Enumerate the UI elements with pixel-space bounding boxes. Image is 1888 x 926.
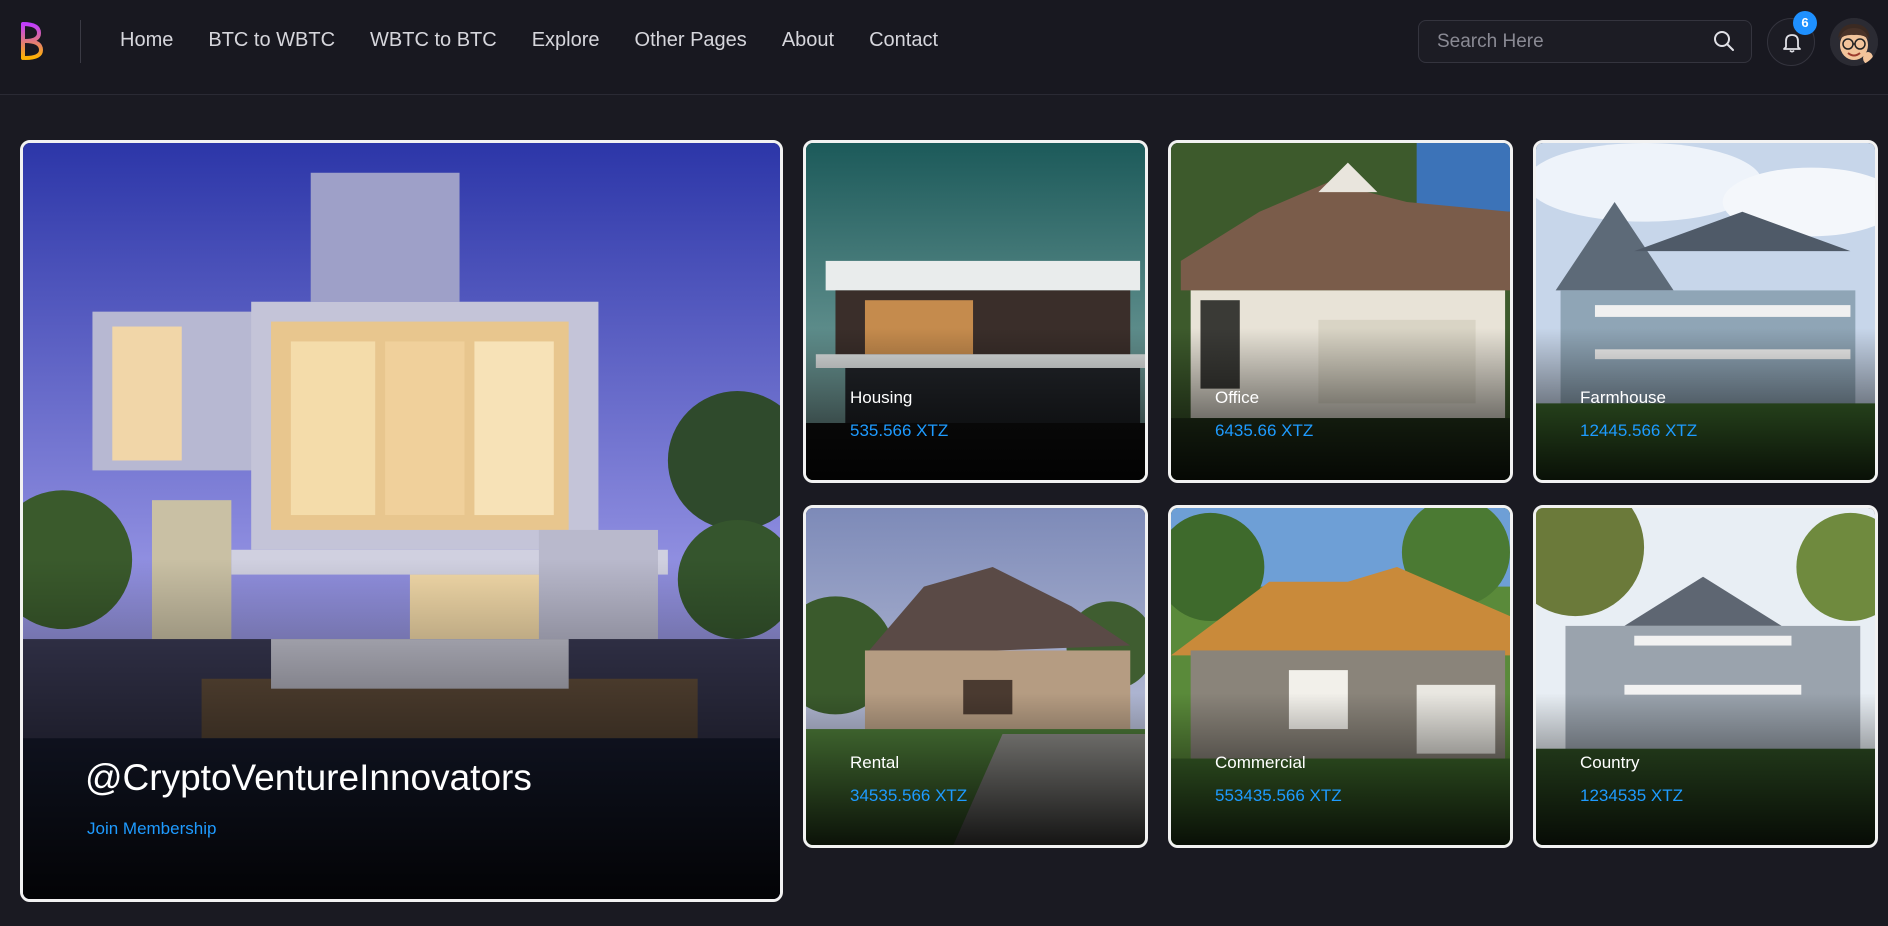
hero-title: @CryptoVentureInnovators [85, 757, 532, 798]
card-price-rental: 34535.566 XTZ [850, 786, 968, 805]
property-card-housing[interactable]: Housing 535.566 XTZ [803, 140, 1148, 483]
nav-menu: Home BTC to WBTC WBTC to BTC Explore Oth… [120, 29, 973, 52]
hero-card[interactable]: @CryptoVentureInnovators Join Membership [20, 140, 783, 902]
card-title-housing: Housing [850, 388, 913, 407]
brand-logo[interactable] [18, 20, 44, 62]
property-card-office[interactable]: Office 6435.66 XTZ [1168, 140, 1513, 483]
join-membership-link[interactable]: Join Membership [87, 819, 216, 839]
card-title-rental: Rental [850, 753, 900, 772]
card-title-office: Office [1215, 388, 1260, 407]
property-card-farmhouse[interactable]: Farmhouse 12445.566 XTZ [1533, 140, 1878, 483]
nav-wbtc-to-btc[interactable]: WBTC to BTC [370, 29, 497, 52]
card-price-housing: 535.566 XTZ [850, 421, 949, 440]
search-input[interactable] [1437, 31, 1697, 53]
card-title-country: Country [1580, 753, 1640, 772]
card-price-commercial: 553435.566 XTZ [1215, 786, 1342, 805]
nav-explore[interactable]: Explore [532, 29, 600, 52]
card-price-country: 1234535 XTZ [1580, 786, 1684, 805]
nav-contact[interactable]: Contact [869, 29, 938, 52]
notification-badge: 6 [1793, 11, 1817, 35]
property-card-commercial[interactable]: Commercial 553435.566 XTZ [1168, 505, 1513, 848]
search-icon[interactable] [1713, 30, 1735, 52]
card-price-office: 6435.66 XTZ [1215, 421, 1314, 440]
top-navbar: Home BTC to WBTC WBTC to BTC Explore Oth… [0, 0, 1888, 95]
user-avatar[interactable] [1830, 18, 1878, 66]
search-box [1418, 20, 1752, 63]
card-price-farmhouse: 12445.566 XTZ [1580, 421, 1698, 440]
property-card-country[interactable]: Country 1234535 XTZ [1533, 505, 1878, 848]
card-title-commercial: Commercial [1215, 753, 1306, 772]
bell-icon [1783, 34, 1801, 53]
nav-home[interactable]: Home [120, 29, 173, 52]
nav-about[interactable]: About [782, 29, 834, 52]
avatar-image [1830, 18, 1878, 66]
card-title-farmhouse: Farmhouse [1580, 388, 1666, 407]
logo-divider [80, 20, 81, 63]
property-card-rental[interactable]: Rental 34535.566 XTZ [803, 505, 1148, 848]
nav-btc-to-wbtc[interactable]: BTC to WBTC [208, 29, 335, 52]
nav-other-pages[interactable]: Other Pages [635, 29, 747, 52]
